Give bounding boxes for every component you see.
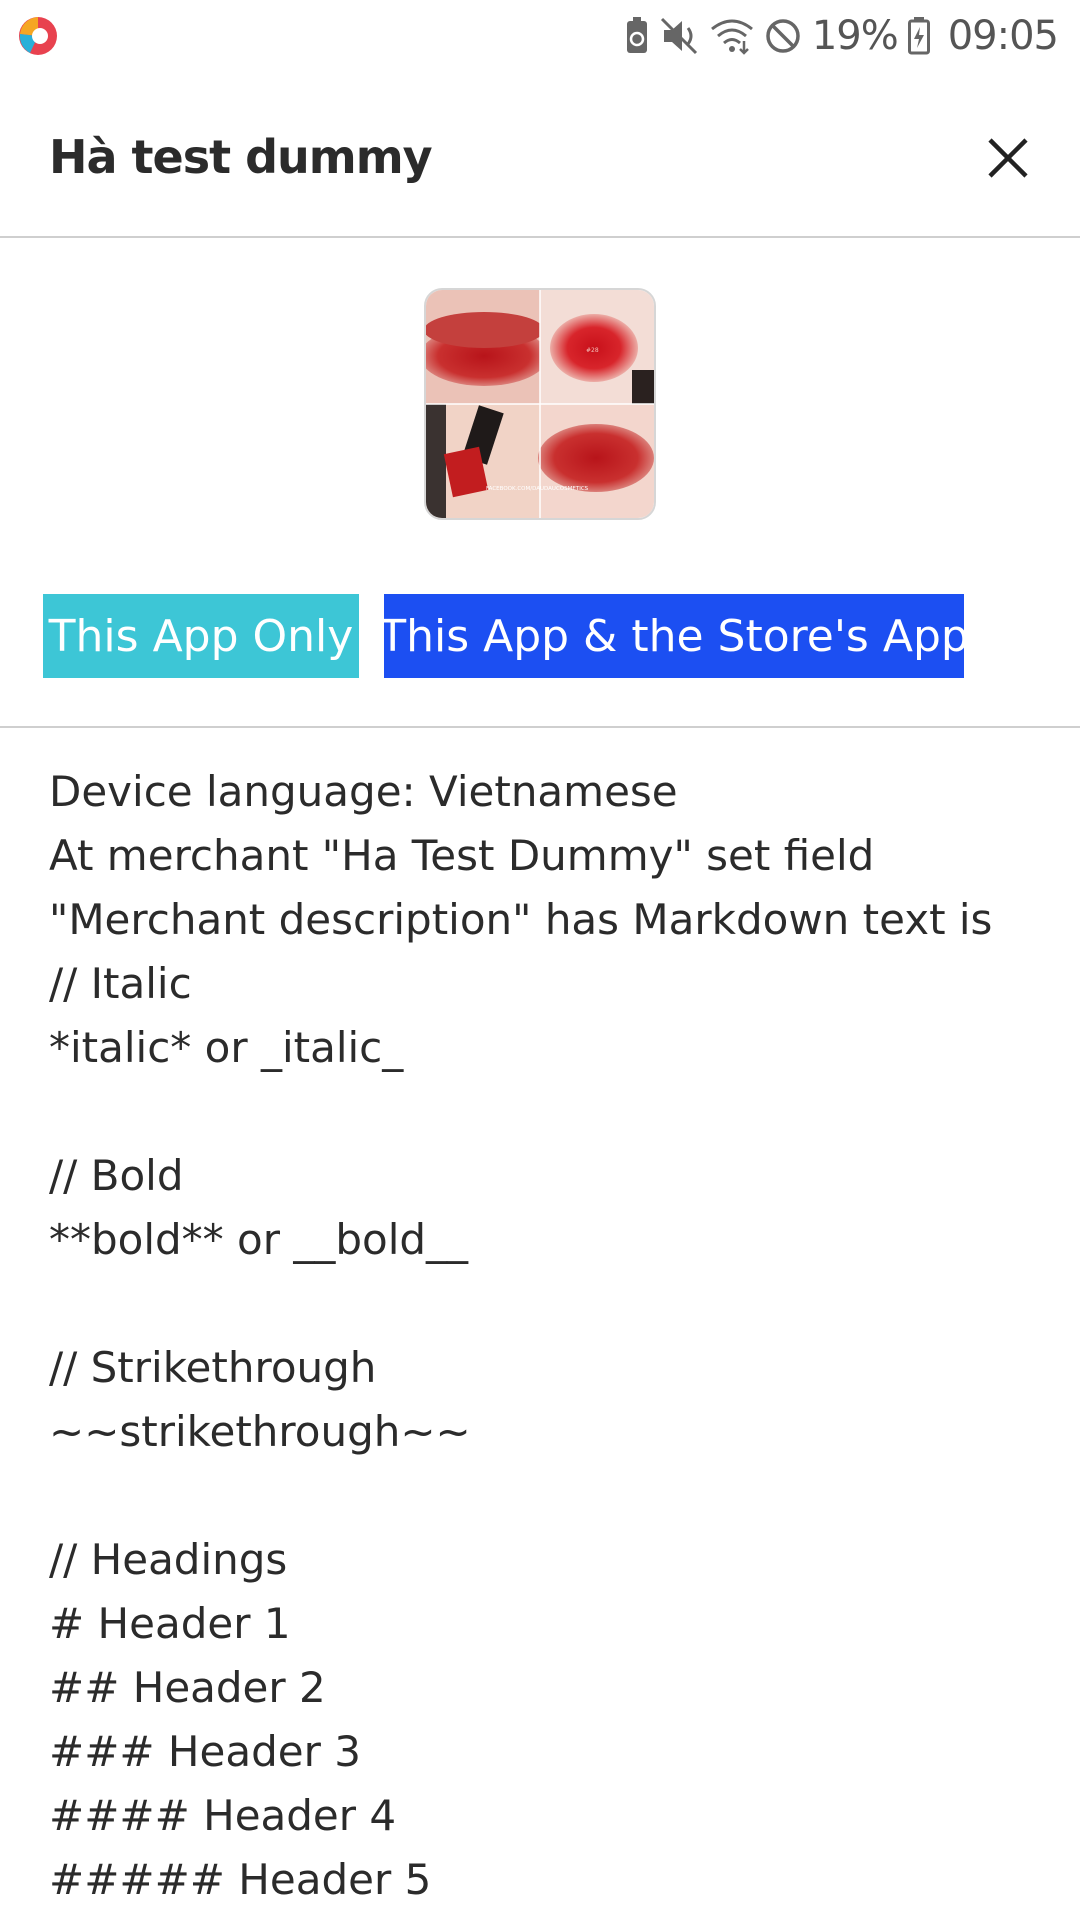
image-caption: FACEBOOK.COM/DAUDAUCOSMETICS bbox=[486, 486, 589, 492]
screen: 19% 09:05 Hà test dummy #28 FACEBOOK.COM… bbox=[0, 0, 1080, 1920]
this-app-and-store-button[interactable]: This App & the Store's App bbox=[379, 594, 969, 678]
divider bbox=[0, 726, 1080, 728]
clock: 09:05 bbox=[947, 13, 1059, 59]
description-line: Device language: Vietnamese bbox=[49, 767, 678, 816]
description-line: // Italic bbox=[49, 959, 192, 1008]
merchant-description: Device language: Vietnamese At merchant "… bbox=[49, 760, 1049, 1912]
close-icon bbox=[988, 138, 1028, 178]
dialog-header: Hà test dummy bbox=[0, 90, 1080, 238]
description-line: // Strikethrough bbox=[49, 1343, 377, 1392]
description-line: ### Header 3 bbox=[49, 1727, 361, 1776]
description-line: // Bold bbox=[49, 1151, 184, 1200]
battery-percent: 19% bbox=[811, 13, 899, 59]
description-line: // Headings bbox=[49, 1535, 288, 1584]
description-line: *italic* or _italic_ bbox=[49, 1023, 404, 1072]
this-app-only-button[interactable]: This App Only bbox=[43, 594, 359, 678]
swatch-tag: #28 bbox=[586, 347, 599, 354]
recycle-icon bbox=[626, 17, 647, 53]
mute-icon bbox=[660, 17, 697, 55]
description-line bbox=[49, 1272, 1049, 1336]
description-line: ~~strikethrough~~ bbox=[49, 1407, 471, 1456]
description-line: #### Header 4 bbox=[49, 1791, 397, 1840]
wifi-icon bbox=[710, 19, 753, 55]
close-button[interactable] bbox=[980, 130, 1036, 186]
description-line: # Header 1 bbox=[49, 1599, 291, 1648]
description-line: ##### Header 5 bbox=[49, 1855, 432, 1904]
description-line: "Merchant description" has Markdown text… bbox=[49, 895, 993, 944]
description-line bbox=[49, 1080, 1049, 1144]
description-line bbox=[49, 1464, 1049, 1528]
do-not-disturb-icon bbox=[766, 19, 800, 53]
description-line: **bold** or __bold__ bbox=[49, 1215, 469, 1264]
app-logo-icon bbox=[19, 17, 57, 55]
description-line: ## Header 2 bbox=[49, 1663, 326, 1712]
merchant-image: #28 FACEBOOK.COM/DAUDAUCOSMETICS bbox=[424, 288, 656, 520]
battery-icon bbox=[907, 17, 930, 55]
description-line: At merchant "Ha Test Dummy" set field bbox=[49, 831, 875, 880]
lipstick-collage-image: #28 FACEBOOK.COM/DAUDAUCOSMETICS bbox=[426, 290, 654, 518]
status-icons: 19% 09:05 bbox=[624, 10, 1059, 62]
page-title: Hà test dummy bbox=[49, 130, 433, 184]
status-bar: 19% 09:05 bbox=[0, 0, 1080, 72]
